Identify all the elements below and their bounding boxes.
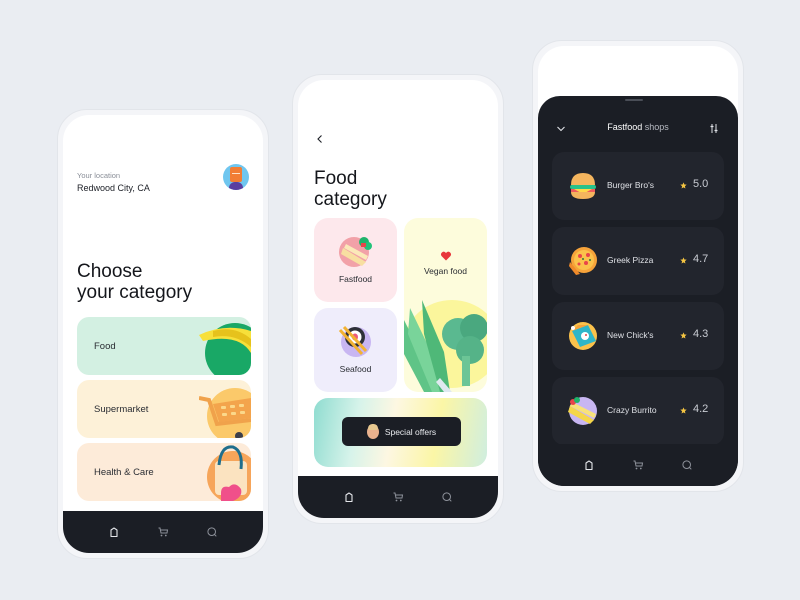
back-arrow-icon[interactable] [315, 134, 325, 144]
page-title: Food category [314, 168, 387, 210]
home-icon[interactable] [342, 490, 356, 504]
shopping-cart-icon [199, 388, 251, 438]
cart-icon[interactable] [391, 490, 405, 504]
title-line-2: your category [77, 282, 193, 303]
shop-name: Burger Bro's [607, 180, 654, 190]
wrap-food-icon [339, 237, 372, 267]
heart-icon [440, 251, 452, 261]
tile-fastfood[interactable]: Fastfood [314, 218, 397, 302]
sheet-title-light: shops [644, 122, 669, 132]
cart-icon[interactable] [631, 458, 645, 472]
location-label: Your location [77, 171, 121, 180]
sheet-drag-handle[interactable] [625, 99, 643, 101]
star-icon [680, 332, 687, 339]
shop-rating: 4.2 [693, 403, 709, 415]
shop-name: Greek Pizza [607, 255, 654, 265]
fastfood-shops-screen: Fastfood shops Burger Bro's 5.0 Greek Pi… [538, 46, 738, 486]
party-emoji-icon [366, 423, 379, 439]
chicken-box-icon [569, 322, 597, 350]
tile-vegan-food[interactable]: Vegan food [404, 218, 487, 392]
bottom-nav [298, 476, 498, 518]
cart-icon[interactable] [156, 525, 170, 539]
sushi-icon [338, 325, 371, 357]
special-offers-button[interactable]: Special offers [342, 417, 461, 446]
phone-home-screen: Your location Redwood City, CA Choose yo… [57, 109, 269, 559]
title-line-1: Choose [77, 261, 143, 282]
special-offers-label: Special offers [384, 426, 437, 437]
sheet-title-bold: Fastfood [607, 122, 643, 132]
search-icon[interactable] [205, 525, 219, 539]
star-icon [680, 257, 687, 264]
tile-seafood[interactable]: Seafood [314, 308, 397, 392]
shop-card-greek-pizza[interactable]: Greek Pizza 4.7 [552, 227, 724, 295]
tile-label: Vegan food [423, 266, 467, 276]
home-screen: Your location Redwood City, CA Choose yo… [63, 115, 263, 553]
special-offers-banner: Special offers [314, 398, 487, 467]
home-icon[interactable] [582, 458, 596, 472]
bottom-nav [63, 511, 263, 553]
title-line-2: category [314, 189, 387, 210]
avatar-eyes [232, 173, 240, 175]
location-value[interactable]: Redwood City, CA [77, 183, 150, 193]
shopping-bag-heart-icon [207, 445, 251, 501]
shop-card-crazy-burrito[interactable]: Crazy Burrito 4.2 [552, 377, 724, 445]
shop-name: Crazy Burrito [607, 405, 657, 415]
category-label: Food [94, 340, 116, 352]
shop-rating: 5.0 [693, 178, 709, 190]
category-label: Health & Care [94, 466, 154, 478]
category-label: Supermarket [94, 403, 149, 415]
category-card-supermarket[interactable]: Supermarket [77, 380, 251, 438]
search-icon[interactable] [680, 458, 694, 472]
category-card-food[interactable]: Food [77, 317, 251, 375]
category-card-health-care[interactable]: Health & Care [77, 443, 251, 501]
food-category-screen: Food category Fastfood Vegan food Seafoo… [298, 80, 498, 518]
sheet-title: Fastfood shops [538, 122, 738, 136]
star-icon [680, 182, 687, 189]
avatar[interactable] [223, 164, 249, 190]
phone-fastfood-shops-screen: Fastfood shops Burger Bro's 5.0 Greek Pi… [532, 40, 744, 492]
tile-label: Seafood [339, 364, 372, 374]
shop-rating: 4.7 [693, 253, 709, 265]
shop-rating: 4.3 [693, 328, 709, 340]
title-line-1: Food [314, 168, 358, 189]
shops-bottom-sheet: Fastfood shops Burger Bro's 5.0 Greek Pi… [538, 96, 738, 486]
burger-icon [570, 173, 596, 199]
shop-name: New Chick's [607, 330, 654, 340]
home-icon[interactable] [107, 525, 121, 539]
pizza-icon [569, 247, 597, 275]
phone-food-category-screen: Food category Fastfood Vegan food Seafoo… [292, 74, 504, 524]
burrito-icon [568, 397, 597, 425]
filter-sliders-icon[interactable] [709, 123, 719, 134]
search-icon[interactable] [440, 490, 454, 504]
tile-label: Fastfood [338, 274, 373, 284]
shop-card-burger-bros[interactable]: Burger Bro's 5.0 [552, 152, 724, 220]
vegetables-illustration [404, 300, 487, 392]
page-title: Choose your category [77, 261, 192, 303]
avatar-body [229, 182, 243, 190]
shop-card-new-chicks[interactable]: New Chick's 4.3 [552, 302, 724, 370]
banana-icon [199, 323, 251, 375]
star-icon [680, 407, 687, 414]
bottom-nav [538, 444, 738, 486]
